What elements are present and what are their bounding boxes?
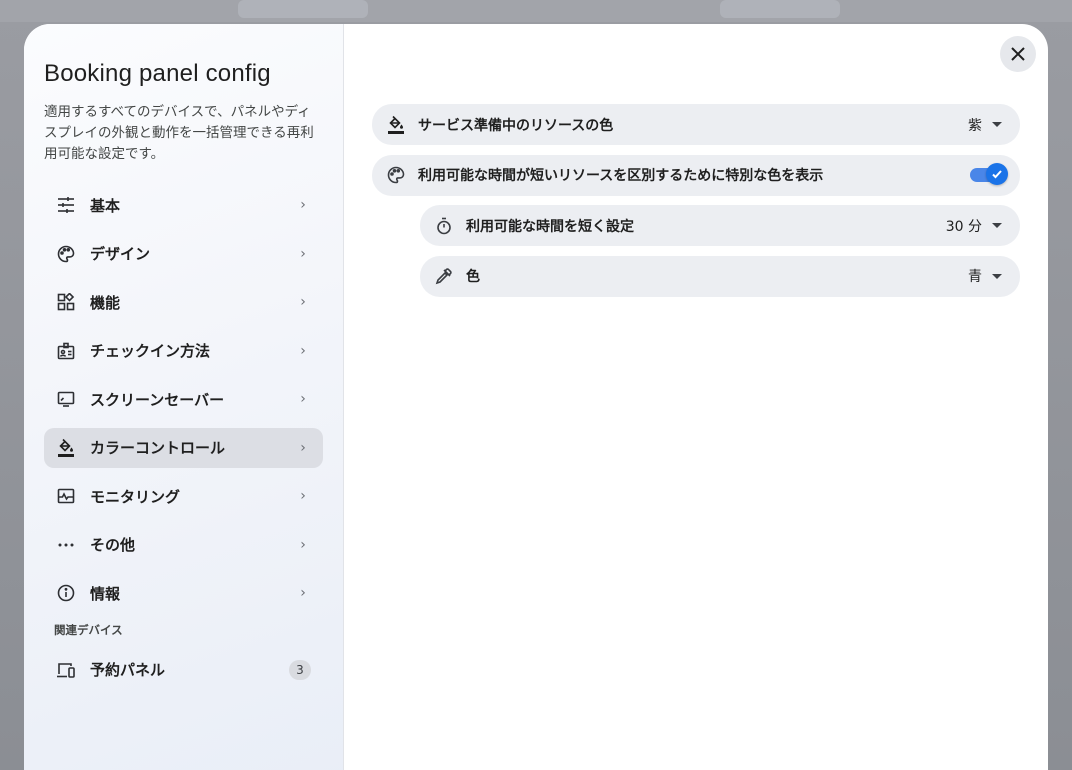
- short-time-select[interactable]: 利用可能な時間を短く設定 30 分: [420, 205, 1020, 246]
- close-button[interactable]: [1000, 36, 1036, 72]
- widgets-icon: [56, 292, 76, 312]
- chevron-right-icon: ›: [300, 294, 306, 310]
- more-horiz-icon: [56, 535, 76, 555]
- chevron-right-icon: ›: [300, 488, 306, 504]
- setting-label: 色: [466, 269, 480, 285]
- timer-icon: [434, 216, 454, 236]
- palette-icon: [386, 165, 406, 185]
- sidebar-item-screensaver[interactable]: スクリーンセーバー ›: [44, 379, 323, 419]
- chevron-right-icon: ›: [300, 391, 306, 407]
- sidebar-item-design[interactable]: デザイン ›: [44, 234, 323, 274]
- sidebar-item-label: チェックイン方法: [90, 342, 211, 360]
- sidebar-item-checkin[interactable]: チェックイン方法 ›: [44, 331, 323, 371]
- dropdown-arrow-icon: [992, 223, 1002, 228]
- sidebar-item-label: 基本: [90, 196, 121, 215]
- tune-icon: [56, 195, 76, 215]
- format-color-fill-icon: [386, 115, 406, 135]
- setting-label: 利用可能な時間を短く設定: [466, 218, 634, 235]
- sidebar-item-label: モニタリング: [90, 487, 181, 506]
- sidebar-item-basic[interactable]: 基本 ›: [44, 185, 323, 225]
- settings-panel: サービス準備中のリソースの色 紫 利用可能な時間が短いリソースを区別するために特…: [344, 24, 1048, 770]
- dropdown-arrow-icon: [992, 122, 1002, 127]
- monitor-icon: [56, 389, 76, 409]
- count-badge: 3: [289, 659, 311, 680]
- sidebar-item-features[interactable]: 機能 ›: [44, 282, 323, 322]
- badge-icon: [56, 341, 76, 361]
- chevron-right-icon: ›: [300, 439, 306, 456]
- dropdown-arrow-icon: [992, 273, 1002, 279]
- dialog-description: 適用するすべてのデバイスで、パネルやディスプレイの外観と動作を一括管理できる再利…: [44, 104, 314, 162]
- related-devices-heading: 関連デバイス: [54, 622, 123, 637]
- dialog-title: Booking panel config: [44, 60, 271, 87]
- sidebar-item-color-control[interactable]: カラーコントロール ›: [44, 427, 323, 468]
- sidebar-item-other[interactable]: その他 ›: [44, 525, 323, 565]
- chevron-right-icon: ›: [300, 536, 306, 553]
- sidebar-item-label: スクリーンセーバー: [90, 390, 225, 409]
- config-dialog: Booking panel config 適用するすべてのデバイスで、パネルやデ…: [24, 24, 1048, 770]
- toggle-switch[interactable]: [970, 163, 1008, 185]
- short-availability-toggle-row[interactable]: 利用可能な時間が短いリソースを区別するために特別な色を表示: [372, 154, 1020, 196]
- sidebar: Booking panel config 適用するすべてのデバイスで、パネルやデ…: [24, 24, 344, 770]
- sidebar-item-label: カラーコントロール: [90, 439, 226, 457]
- chevron-right-icon: ›: [300, 342, 306, 359]
- check-icon: [986, 163, 1008, 185]
- related-item-label: 予約パネル: [90, 661, 166, 679]
- sidebar-item-label: その他: [90, 536, 136, 554]
- close-icon: [1011, 47, 1025, 61]
- chevron-right-icon: ›: [300, 245, 306, 262]
- palette-icon: [56, 244, 76, 264]
- devices-icon: [56, 660, 76, 680]
- color-select[interactable]: 色 青: [420, 255, 1020, 297]
- chevron-right-icon: ›: [300, 585, 306, 601]
- sidebar-item-label: デザイン: [90, 245, 151, 263]
- format-color-fill-icon: [56, 438, 76, 458]
- setting-label: サービス準備中のリソースの色: [418, 117, 614, 134]
- setting-value: 30 分: [945, 218, 982, 235]
- sidebar-nav: 基本 › デザイン › 機能 › チェックイン方法 › スクリーンセーバー › …: [44, 185, 323, 613]
- service-color-select[interactable]: サービス準備中のリソースの色 紫: [372, 104, 1020, 145]
- related-item-booking-panel[interactable]: 予約パネル 3: [44, 650, 323, 690]
- sidebar-item-label: 情報: [90, 584, 121, 603]
- chevron-right-icon: ›: [300, 197, 306, 213]
- settings-list: サービス準備中のリソースの色 紫 利用可能な時間が短いリソースを区別するために特…: [372, 104, 1020, 306]
- sidebar-item-label: 機能: [90, 293, 121, 312]
- info-icon: [56, 583, 76, 603]
- background-toolbar: [0, 0, 1072, 22]
- setting-value: 青: [968, 269, 982, 285]
- colorize-icon: [434, 266, 454, 286]
- sidebar-item-info[interactable]: 情報 ›: [44, 573, 323, 613]
- monitoring-icon: [56, 486, 76, 506]
- sidebar-item-monitoring[interactable]: モニタリング ›: [44, 476, 323, 516]
- setting-label: 利用可能な時間が短いリソースを区別するために特別な色を表示: [418, 168, 824, 184]
- setting-value: 紫: [968, 117, 982, 134]
